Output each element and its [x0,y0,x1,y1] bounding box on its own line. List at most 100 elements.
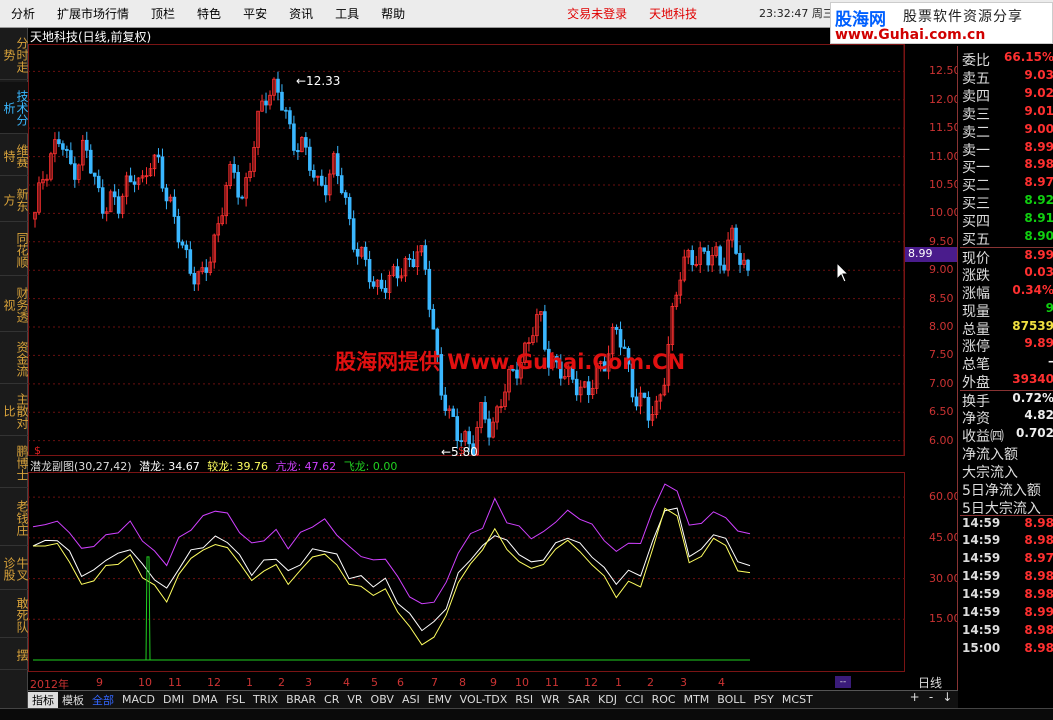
candle [423,239,428,275]
quote-label: 14:59 [962,587,1001,601]
candle [443,387,448,416]
candle [650,405,655,427]
candle [383,280,388,299]
indicator-tab-cci[interactable]: CCI [621,693,648,706]
menu-news[interactable]: 资讯 [278,5,324,22]
indicator-tab-vr[interactable]: VR [343,693,366,706]
candlestick-chart[interactable]: ←12.33←5.80$ $ [28,44,905,456]
indicator-tab-psy[interactable]: PSY [750,693,778,706]
indicator-tab-wr[interactable]: WR [537,693,564,706]
indicator-tab-macd[interactable]: MACD [118,693,159,706]
date-tick: 4 [343,676,350,689]
left-tab-13[interactable]: 摆 [0,640,29,670]
period-label[interactable]: 日线 [918,674,942,691]
indicator-tab-asi[interactable]: ASI [398,693,424,706]
left-tab-9[interactable]: 鹏博士 [0,438,29,488]
menu-tools[interactable]: 工具 [324,5,370,22]
menu-topbar[interactable]: 顶栏 [140,5,186,22]
quote-row: 涨跌 0.03 [960,265,1053,284]
indicator-tab-trix[interactable]: TRIX [249,693,282,706]
indicator-tab-vol-tdx[interactable]: VOL-TDX [456,693,512,706]
left-tab-12[interactable]: 敢死队 [0,592,29,638]
price-tick: 8.00 [929,320,954,333]
candle [252,141,256,178]
candle [722,257,726,274]
quote-value: 8.98 [1024,622,1053,637]
quote-row: 卖三 9.01 [960,104,1053,123]
indicator-tab-dma[interactable]: DMA [188,693,222,706]
left-tab-8[interactable]: 主散对比 [0,386,29,436]
zoom-out-button[interactable]: - [929,690,933,708]
indicator-tab-roc[interactable]: ROC [648,693,680,706]
indicator-chart[interactable] [28,472,905,672]
candle [124,171,129,205]
indicator-tab-kdj[interactable]: KDJ [594,693,621,706]
quote-label: 14:59 [962,622,1001,637]
indicator-tab-rsi[interactable]: RSI [511,693,537,706]
left-tab-5[interactable]: 同花顺 [0,224,29,276]
indicator-tab-mtm[interactable]: MTM [680,693,714,706]
candle [33,211,37,228]
indicator-frame [28,472,905,672]
indicator-tab-sar[interactable]: SAR [564,693,594,706]
quote-row: 涨幅 0.34% [960,283,1053,302]
candle [411,251,416,268]
trade-login-status[interactable]: 交易未登录 [556,5,638,22]
indicator-tab-全部[interactable]: 全部 [88,692,118,708]
candle [144,167,149,185]
left-tab-10[interactable]: 老钱庄 [0,490,29,546]
candle [495,404,499,430]
candle [92,172,97,185]
quote-value: 8.97 [1024,175,1053,190]
left-tab-7[interactable]: 资金流 [0,334,29,384]
date-tick: 1 [246,676,253,689]
price-tick: 6.50 [929,405,954,419]
menu-ext-market[interactable]: 扩展市场行情 [46,5,140,22]
indicator-tab-模板[interactable]: 模板 [58,692,88,708]
indicator-tab-obv[interactable]: OBV [367,693,398,706]
candle [686,248,691,265]
indicator-tab-指标[interactable]: 指标 [28,691,58,708]
candle [491,417,495,439]
quote-row: 涨停 9.89 [960,336,1053,355]
candle [319,169,324,187]
price-tick: 10.00 [929,206,961,220]
left-tab-4[interactable]: 新东方 [0,178,29,222]
candle [359,246,364,259]
left-tab-1[interactable]: 分时走势 [0,30,29,80]
quote-value: 8.99 [1024,247,1053,262]
indicator-tab-emv[interactable]: EMV [424,693,456,706]
quote-value: 8.98 [1024,157,1053,172]
left-tab-11[interactable]: 牛叉诊股 [0,548,29,590]
date-tick: 11 [545,676,559,689]
menu-feature[interactable]: 特色 [186,5,232,22]
candle [304,132,308,156]
indicator-tab-brar[interactable]: BRAR [282,693,320,706]
date-tick: 2 [647,676,654,689]
candle [531,327,535,346]
candle [503,383,507,411]
quote-value: 9.03 [1024,67,1053,82]
candle [112,184,117,205]
indicator-tab-dmi[interactable]: DMI [159,693,188,706]
menu-help[interactable]: 帮助 [370,5,416,22]
candle [136,177,141,190]
candle [455,408,460,449]
price-tick: 12.00 [929,92,961,106]
quote-row: 5日大宗流入 [960,498,1053,517]
candle [451,405,456,417]
candle [164,183,169,210]
date-tick: 5 [371,676,378,689]
left-tab-2[interactable]: 技术分析 [0,82,29,134]
scroll-down-button[interactable]: ↓ [942,690,952,708]
indicator-tab-cr[interactable]: CR [320,693,343,706]
indicator-tab-boll[interactable]: BOLL [713,693,749,706]
indicator-tab-fsl[interactable]: FSL [222,693,249,706]
zoom-in-button[interactable]: + [910,690,920,708]
feilong-spike [143,556,151,661]
indicator-tab-mcst[interactable]: MCST [778,693,817,706]
menu-analysis[interactable]: 分析 [0,5,46,22]
left-tab-3[interactable]: 维赛特 [0,136,29,176]
menu-pingan[interactable]: 平安 [232,5,278,22]
left-tab-6[interactable]: 财务透视 [0,278,29,332]
